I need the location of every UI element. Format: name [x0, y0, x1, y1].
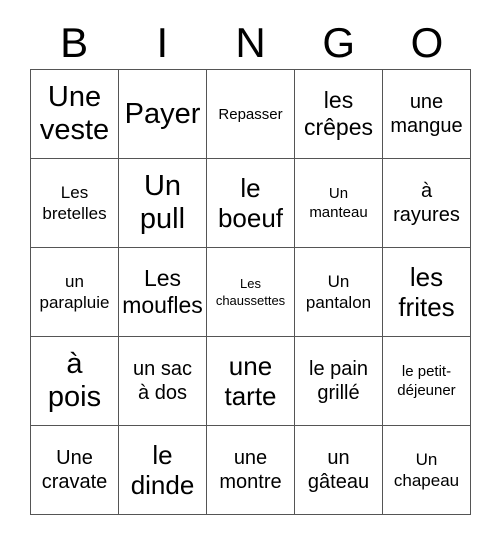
bingo-cell[interactable]: Une veste — [31, 70, 119, 159]
bingo-header: B I N G O — [30, 16, 471, 69]
bingo-cell[interactable]: Les bretelles — [31, 159, 119, 248]
bingo-cell[interactable]: le petit- déjeuner — [383, 337, 471, 426]
bingo-cell-label: Les moufles — [122, 265, 203, 318]
bingo-cell[interactable]: Les moufles — [119, 248, 207, 337]
bingo-cell-label: les frites — [398, 262, 455, 322]
bingo-cell-label: Les chaussettes — [215, 276, 286, 308]
bingo-cell-label: Un pantalon — [305, 272, 372, 312]
bingo-cell-label: le pain grillé — [309, 358, 368, 404]
header-letter-n: N — [235, 18, 266, 66]
bingo-cell-label: le petit- déjeuner — [397, 363, 456, 399]
bingo-cell-label: à rayures — [393, 180, 460, 226]
bingo-cell[interactable]: le boeuf — [207, 159, 295, 248]
bingo-cell-label: le boeuf — [217, 173, 284, 233]
bingo-cell-label: Une veste — [39, 81, 110, 146]
bingo-cell-label: Les bretelles — [42, 183, 107, 223]
bingo-cell[interactable]: Une cravate — [31, 426, 119, 515]
bingo-cell[interactable]: Un pull — [119, 159, 207, 248]
header-letter-i: I — [156, 18, 169, 66]
bingo-grid: Une veste Payer Repasser les crêpes une mang… — [30, 69, 471, 515]
bingo-card: B I N G O Une veste Payer Repasser les crêp… — [0, 0, 500, 544]
header-letter-g: G — [322, 18, 356, 66]
bingo-cell-label: à pois — [47, 348, 102, 413]
bingo-cell[interactable]: un gâteau — [295, 426, 383, 515]
bingo-cell[interactable]: un sac à dos — [119, 337, 207, 426]
bingo-cell-label: une tarte — [224, 351, 277, 411]
bingo-cell-label: Repasser — [218, 105, 283, 123]
bingo-cell[interactable]: le dinde — [119, 426, 207, 515]
bingo-cell-label: un sac à dos — [133, 358, 192, 404]
bingo-cell-label: le dinde — [130, 440, 195, 500]
bingo-cell-label: un parapluie — [39, 272, 110, 312]
header-letter-b: B — [60, 18, 89, 66]
bingo-cell-label: Un chapeau — [393, 450, 460, 490]
bingo-cell[interactable]: une tarte — [207, 337, 295, 426]
bingo-cell[interactable]: un parapluie — [31, 248, 119, 337]
bingo-cell-label: Un pull — [139, 170, 186, 235]
bingo-cell[interactable]: les crêpes — [295, 70, 383, 159]
bingo-cell-label: une montre — [219, 447, 282, 493]
bingo-cell-label: Payer — [124, 97, 201, 130]
bingo-cell[interactable]: Payer — [119, 70, 207, 159]
bingo-cell[interactable]: les frites — [383, 248, 471, 337]
bingo-cell-label: un gâteau — [307, 447, 370, 493]
bingo-cell-label: Un manteau — [309, 185, 368, 221]
bingo-cell-label: une mangue — [390, 91, 463, 137]
bingo-cell[interactable]: Repasser — [207, 70, 295, 159]
bingo-cell-label: les crêpes — [303, 87, 374, 140]
bingo-cell[interactable]: à rayures — [383, 159, 471, 248]
bingo-cell-label: Une cravate — [41, 447, 108, 493]
bingo-cell[interactable]: une montre — [207, 426, 295, 515]
bingo-cell[interactable]: Les chaussettes — [207, 248, 295, 337]
header-letter-o: O — [410, 18, 444, 66]
bingo-cell[interactable]: Un chapeau — [383, 426, 471, 515]
bingo-cell[interactable]: une mangue — [383, 70, 471, 159]
bingo-cell[interactable]: à pois — [31, 337, 119, 426]
bingo-cell[interactable]: Un manteau — [295, 159, 383, 248]
bingo-cell[interactable]: le pain grillé — [295, 337, 383, 426]
bingo-cell[interactable]: Un pantalon — [295, 248, 383, 337]
